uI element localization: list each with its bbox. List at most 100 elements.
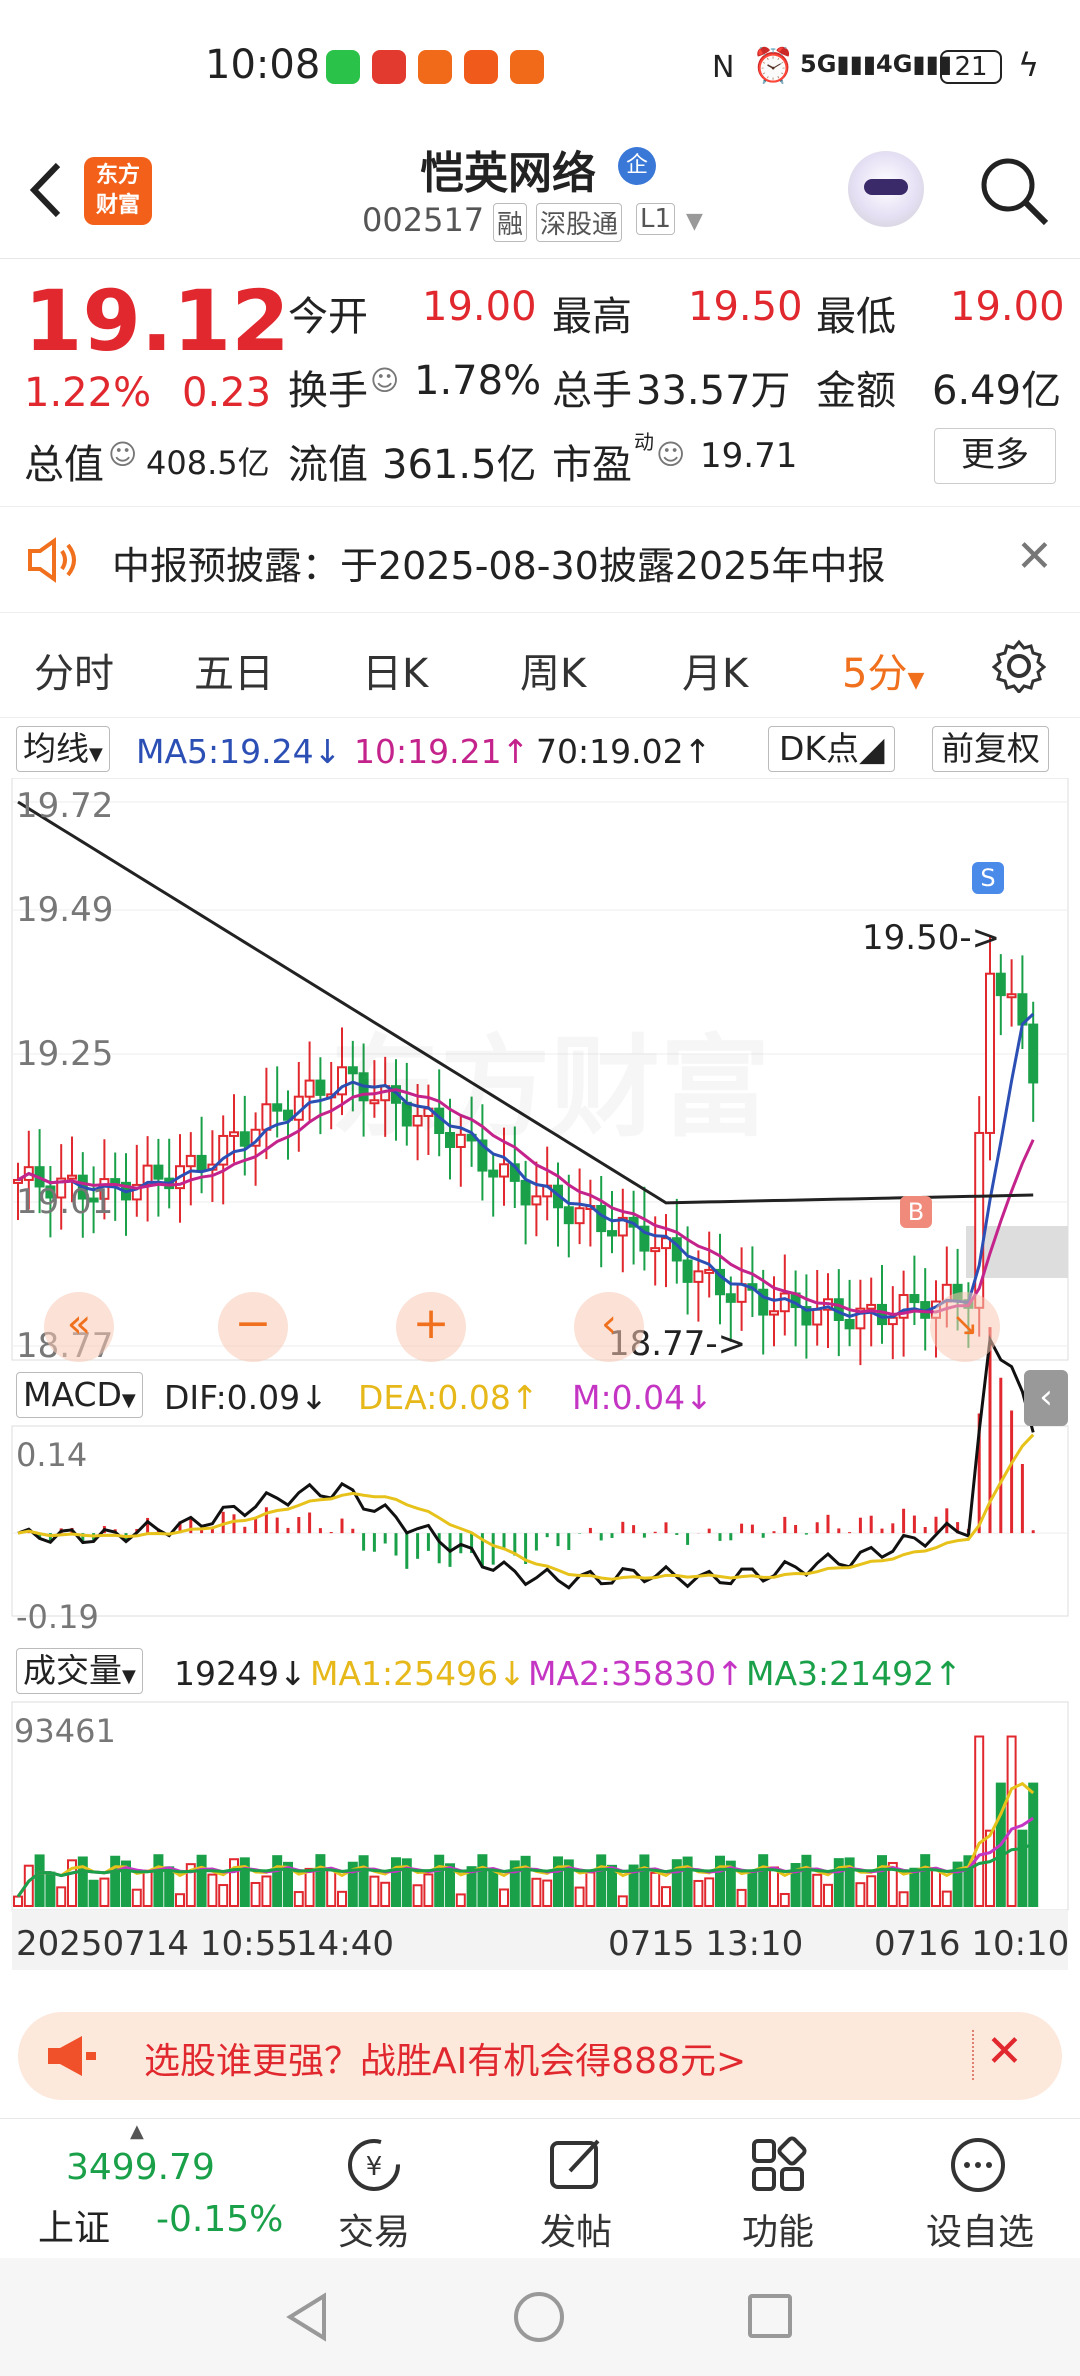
- volume-bar: [455, 1893, 466, 1908]
- back-nav-icon[interactable]: [284, 2292, 330, 2346]
- volume-bar: [434, 1854, 445, 1908]
- volume-bar: [326, 1868, 337, 1908]
- candle-body: [574, 1207, 585, 1225]
- candle-body: [239, 1131, 250, 1147]
- period-tabs: 分时 五日 日K 周K 月K 5分▼: [0, 612, 1080, 718]
- notice-bar[interactable]: 中报预披露：于2025-08-30披露2025年中报 ✕: [0, 506, 1080, 612]
- more-button[interactable]: 更多: [934, 428, 1056, 484]
- nav-post[interactable]: 发帖: [540, 2203, 612, 2255]
- candle-body: [45, 1185, 56, 1199]
- info-icon[interactable]: ☺: [656, 438, 685, 471]
- high-value: 19.50: [688, 284, 803, 330]
- wechat-icon: [326, 50, 360, 84]
- trade-icon[interactable]: ¥: [344, 2135, 404, 2199]
- low-value: 19.00: [950, 284, 1065, 330]
- mktcap-label: 总值: [24, 442, 104, 488]
- post-icon[interactable]: [546, 2135, 606, 2199]
- search-icon[interactable]: [976, 153, 1052, 233]
- tab-daily-k[interactable]: 日K: [362, 641, 428, 699]
- indicator-select[interactable]: 均线▼: [16, 726, 110, 772]
- volume-bar: [153, 1854, 164, 1908]
- nav-functions[interactable]: 功能: [742, 2203, 814, 2255]
- recents-nav-icon[interactable]: [748, 2294, 792, 2338]
- volume-bar: [920, 1854, 931, 1908]
- back-icon[interactable]: [22, 155, 72, 225]
- tab-monthly-k[interactable]: 月K: [682, 641, 748, 699]
- volume-bar: [531, 1877, 542, 1908]
- volume-bar: [207, 1873, 218, 1908]
- kline-chart[interactable]: [0, 778, 1080, 1990]
- system-nav: [0, 2258, 1080, 2376]
- functions-icon[interactable]: [748, 2135, 808, 2199]
- close-icon[interactable]: ✕: [1016, 531, 1053, 582]
- stock-name: 恺英网络: [420, 148, 596, 199]
- volume-label: 总手: [552, 368, 632, 414]
- robot-assistant-icon[interactable]: [848, 151, 924, 227]
- more-dots-icon[interactable]: [948, 2135, 1008, 2199]
- home-nav-icon[interactable]: [514, 2292, 564, 2342]
- info-icon[interactable]: ☺: [108, 438, 137, 471]
- megaphone-icon: [44, 2034, 98, 2082]
- volume-bar: [823, 1883, 833, 1907]
- gear-icon[interactable]: [991, 639, 1047, 697]
- promo-text: 选股谁更强？战胜AI有机会得888元>: [144, 2041, 747, 2082]
- mktcap-value: 408.5亿: [146, 444, 270, 482]
- candle-body: [229, 1131, 239, 1137]
- change-amount: 0.23: [182, 370, 272, 416]
- tab-intraday[interactable]: 分时: [34, 641, 114, 699]
- nav-add-watchlist[interactable]: 设自选: [926, 2203, 1034, 2255]
- volume-bar: [736, 1888, 747, 1908]
- volume-bar: [304, 1867, 315, 1908]
- xaxis-band: [12, 1910, 1068, 1970]
- candle-body: [1028, 1023, 1039, 1084]
- candle-body: [499, 1163, 509, 1178]
- close-icon[interactable]: ✕: [986, 2026, 1023, 2077]
- candle-body: [812, 1308, 823, 1326]
- candle-body: [682, 1259, 693, 1283]
- stock-header: 东方 财富 恺英网络 企 002517 融 深股通 L1 ▼: [0, 135, 1080, 259]
- promo-banner[interactable]: 选股谁更强？战胜AI有机会得888元> ✕: [18, 2012, 1062, 2100]
- ma70-value: 70:19.02↑: [536, 732, 712, 771]
- adjust-button[interactable]: 前复权: [932, 726, 1049, 772]
- dk-point-button[interactable]: DK点◢: [768, 726, 896, 772]
- candle-body: [563, 1206, 574, 1225]
- candle-body: [347, 1066, 358, 1075]
- candle-body: [110, 1178, 121, 1184]
- tab-five-day[interactable]: 五日: [194, 641, 274, 699]
- volume-bar: [596, 1854, 607, 1907]
- macd-select[interactable]: MACD▼: [16, 1372, 143, 1418]
- candle-body: [725, 1293, 736, 1303]
- index-name[interactable]: 上证: [38, 2199, 110, 2251]
- tab-weekly-k[interactable]: 周K: [520, 641, 586, 699]
- volume-bar: [1017, 1829, 1028, 1907]
- app-notification-icon: [418, 50, 452, 84]
- chevron-down-icon[interactable]: ▼: [686, 209, 703, 234]
- candle-body: [412, 1114, 423, 1127]
- quote-panel: 19.12 1.22% 0.23 今开 19.00 最高 19.50 最低 19…: [0, 260, 1080, 506]
- chevron-down-icon: ▼: [907, 668, 925, 693]
- index-value[interactable]: 3499.79: [66, 2147, 215, 2188]
- volume-bar: [931, 1868, 941, 1907]
- candle-body: [769, 1310, 779, 1316]
- candle-body: [304, 1079, 315, 1098]
- candle-body: [153, 1164, 164, 1180]
- ma5-value: MA5:19.24↓: [136, 732, 342, 771]
- volume-bar: [488, 1869, 499, 1907]
- margin-tag: 融: [493, 203, 528, 242]
- volume-bar: [196, 1854, 207, 1908]
- level-tag: L1: [636, 203, 676, 235]
- nav-trade[interactable]: 交易: [338, 2203, 410, 2255]
- volume-bar: [250, 1881, 261, 1907]
- candle-body: [887, 1316, 898, 1326]
- volume-select[interactable]: 成交量▼: [16, 1648, 143, 1694]
- eastmoney-logo[interactable]: 东方 财富: [84, 157, 152, 225]
- enterprise-badge: 企: [618, 147, 656, 185]
- candle-body: [488, 1169, 499, 1178]
- volume-bar: [164, 1866, 175, 1907]
- app-notification-icon: [510, 50, 544, 84]
- tab-5min[interactable]: 5分▼: [842, 641, 924, 699]
- info-icon[interactable]: ☺: [370, 364, 399, 397]
- open-label: 今开: [288, 294, 368, 340]
- candle-body: [88, 1197, 99, 1203]
- volume-bar: [131, 1888, 142, 1908]
